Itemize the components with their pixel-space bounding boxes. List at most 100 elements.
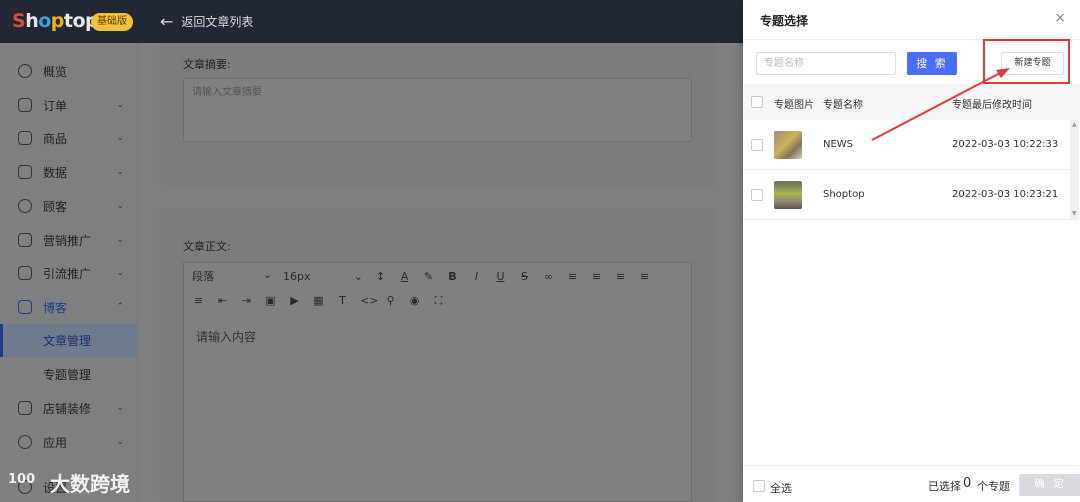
traffic-icon: [18, 266, 32, 280]
align-right-icon[interactable]: ≡: [192, 294, 205, 307]
table-icon[interactable]: ▦: [312, 294, 325, 307]
row-checkbox[interactable]: [751, 139, 763, 151]
sidebar-item-marketing[interactable]: 营销推广 ⌄: [0, 223, 138, 257]
topic-thumbnail: [774, 131, 802, 159]
clear-format-icon[interactable]: T: [336, 294, 349, 307]
arrow-left-icon: ←: [160, 11, 174, 31]
bold-icon[interactable]: B: [446, 270, 459, 283]
sidebar-item-apps[interactable]: 应用 ⌄: [0, 425, 138, 459]
chevron-down-icon: ⌄: [116, 167, 124, 177]
sidebar-item-data[interactable]: 数据 ⌄: [0, 155, 138, 189]
line-height-icon[interactable]: ↕: [374, 270, 387, 283]
highlight-icon[interactable]: ✎: [422, 270, 435, 283]
strikethrough-icon[interactable]: S: [518, 270, 531, 283]
paragraph-select[interactable]: 段落 ⌄: [192, 268, 272, 284]
body-label: 文章正文:: [183, 240, 231, 253]
editor-content[interactable]: 请输入内容: [183, 316, 692, 502]
column-header-name: 专题名称: [823, 100, 863, 111]
topic-name-search-input[interactable]: 专题名称: [756, 52, 896, 75]
editor-toolbar: 段落 ⌄ 16px ⌄ ↕ A ✎ B I U S ∞ ≡ ≡ ≡ ≡ ≡ ⇤ ⇥ …: [183, 262, 692, 317]
watermark-logo: 100: [8, 471, 36, 487]
code-icon[interactable]: <>: [360, 294, 378, 307]
sidebar-item-products[interactable]: 商品 ⌄: [0, 121, 138, 155]
align-center-icon[interactable]: ≡: [638, 270, 651, 283]
link-icon[interactable]: ∞: [542, 270, 555, 283]
align-left-icon[interactable]: ≡: [614, 270, 627, 283]
blog-icon: [18, 300, 32, 314]
sidebar-item-label: 概览: [43, 64, 68, 79]
selected-suffix: 个专题: [977, 480, 1010, 493]
shoptop-logo[interactable]: Shoptop: [12, 10, 99, 32]
numbered-list-icon[interactable]: ≡: [590, 270, 603, 283]
paragraph-select-value: 段落: [192, 270, 214, 283]
scroll-down-icon[interactable]: ▼: [1072, 210, 1077, 217]
font-color-icon[interactable]: A: [398, 270, 411, 283]
data-icon: [18, 165, 32, 179]
scroll-up-icon[interactable]: ▲: [1072, 121, 1077, 128]
summary-textarea[interactable]: 请输入文章摘要: [183, 78, 692, 142]
sidebar-item-label: 数据: [43, 165, 68, 180]
topic-modified-time: 2022-03-03 10:22:33: [952, 139, 1059, 150]
editor-placeholder: 请输入内容: [196, 330, 257, 344]
confirm-button[interactable]: 确 定: [1019, 474, 1080, 496]
summary-label: 文章摘要:: [183, 58, 231, 71]
compass-icon: [18, 64, 32, 78]
chevron-down-icon: ⌄: [353, 269, 363, 283]
sidebar-item-overview[interactable]: 概览: [0, 54, 138, 88]
chevron-down-icon: ⌄: [262, 268, 272, 281]
image-icon[interactable]: ▣: [264, 294, 277, 307]
sidebar-item-customers[interactable]: 顾客 ⌄: [0, 189, 138, 223]
topic-name: Shoptop: [823, 189, 865, 200]
back-to-article-list[interactable]: ← 返回文章列表: [160, 13, 253, 30]
underline-icon[interactable]: U: [494, 270, 507, 283]
chevron-down-icon: ⌄: [116, 268, 124, 278]
sidebar-item-label: 引流推广: [43, 266, 92, 281]
watermark: 100 大数跨境: [8, 468, 130, 497]
sidebar-item-store-design[interactable]: 店铺装修 ⌄: [0, 391, 138, 425]
chevron-down-icon: ⌄: [116, 437, 124, 447]
italic-icon[interactable]: I: [470, 270, 483, 283]
sidebar-item-orders[interactable]: 订单 ⌄: [0, 88, 138, 122]
chevron-down-icon: ⌄: [116, 201, 124, 211]
table-row[interactable]: NEWS 2022-03-03 10:22:33: [743, 120, 1071, 170]
row-checkbox[interactable]: [751, 189, 763, 201]
table-row[interactable]: Shoptop 2022-03-03 10:23:21: [743, 170, 1071, 220]
watermark-text: 大数跨境: [50, 472, 130, 496]
drawer-title: 专题选择: [760, 14, 809, 28]
select-all-checkbox[interactable]: [753, 480, 765, 492]
sidebar-subitem-articles[interactable]: 文章管理: [0, 324, 138, 357]
sidebar-item-label: 顾客: [43, 199, 68, 214]
selected-prefix: 已选择: [928, 480, 961, 493]
toolbar-row-1: 段落 ⌄ 16px ⌄ ↕ A ✎ B I U S ∞ ≡ ≡ ≡ ≡: [192, 268, 651, 284]
topic-thumbnail: [774, 181, 802, 209]
table-scrollbar[interactable]: [1070, 120, 1079, 220]
selected-count: 0: [963, 476, 972, 491]
header-checkbox[interactable]: [751, 96, 763, 108]
search-button[interactable]: 搜 索: [907, 52, 957, 75]
sidebar-item-label: 订单: [43, 98, 68, 113]
topic-name: NEWS: [823, 139, 854, 150]
close-icon[interactable]: ×: [1054, 10, 1066, 26]
chevron-down-icon: ⌄: [116, 133, 124, 143]
search-icon[interactable]: ⚲: [384, 294, 397, 307]
edition-badge: 基础版: [91, 13, 133, 31]
product-icon: [18, 131, 32, 145]
preview-eye-icon[interactable]: ◉: [408, 294, 421, 307]
font-size-value: 16px: [283, 269, 311, 283]
video-icon[interactable]: ▶: [288, 294, 301, 307]
sidebar-item-blog[interactable]: 博客 ⌃: [0, 290, 138, 324]
fullscreen-icon[interactable]: ⛶: [432, 294, 445, 307]
sidebar-subitem-topics[interactable]: 专题管理: [0, 358, 138, 391]
sidebar-item-traffic[interactable]: 引流推广 ⌄: [0, 256, 138, 290]
user-icon: [18, 199, 32, 213]
sidebar-item-label: 应用: [43, 435, 68, 450]
font-size-select[interactable]: 16px ⌄: [283, 270, 363, 283]
indent-icon[interactable]: ⇥: [240, 294, 253, 307]
table-header: 专题图片 专题名称 专题最后修改时间: [743, 84, 1080, 120]
sidebar-item-label: 店铺装修: [43, 401, 92, 416]
chevron-down-icon: ⌄: [116, 403, 124, 413]
column-header-modified: 专题最后修改时间: [952, 100, 1032, 111]
outdent-icon[interactable]: ⇤: [216, 294, 229, 307]
bullet-list-icon[interactable]: ≡: [566, 270, 579, 283]
chevron-down-icon: ⌄: [116, 100, 124, 110]
